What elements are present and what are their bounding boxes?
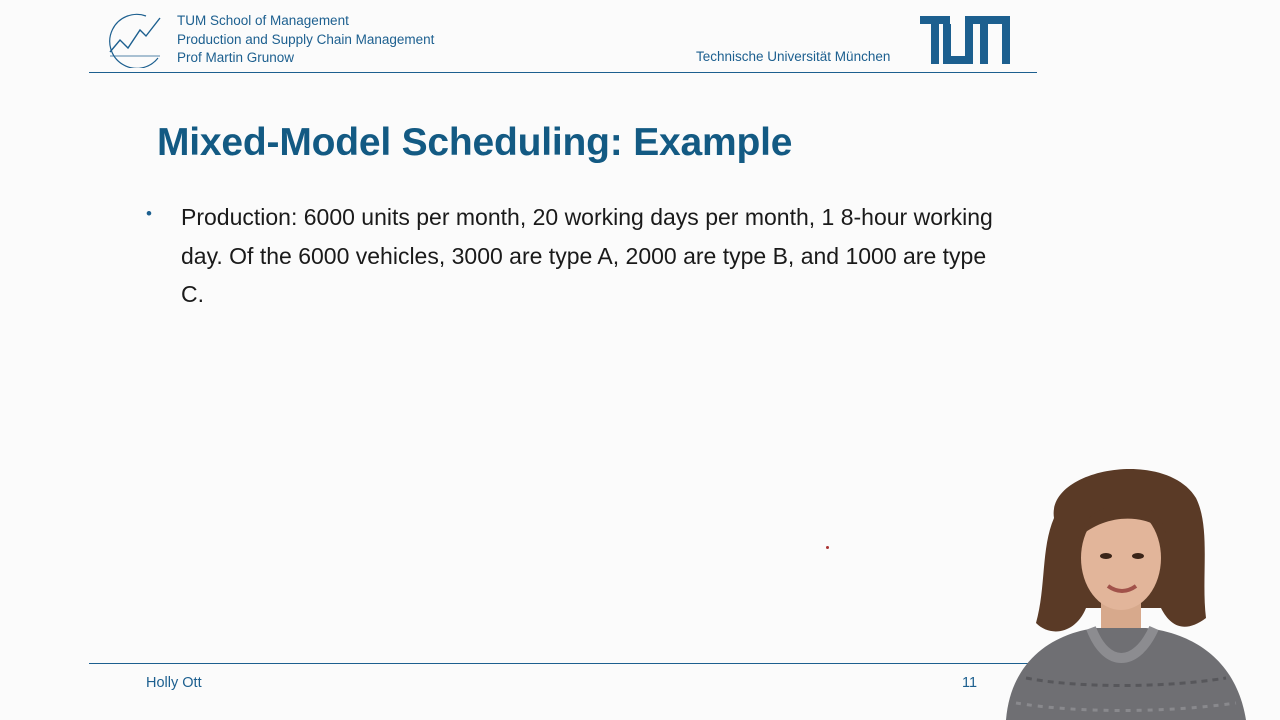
bullet-text: Production: 6000 units per month, 20 wor…	[181, 204, 993, 307]
tum-logo-icon	[920, 16, 1010, 64]
slide: TUM School of Management Production and …	[0, 0, 1280, 720]
bullet-marker: •	[146, 204, 152, 223]
university-name: Technische Universität München	[696, 49, 891, 64]
professor-name: Prof Martin Grunow	[177, 50, 295, 65]
laser-pointer-dot	[826, 546, 829, 549]
school-name: TUM School of Management	[177, 13, 349, 28]
chair-name: Production and Supply Chain Management	[177, 31, 435, 47]
slide-title: Mixed-Model Scheduling: Example	[157, 121, 793, 164]
presenter-video	[1006, 469, 1246, 720]
header-divider	[89, 72, 1037, 73]
chart-line-logo-icon	[109, 13, 161, 68]
footer-author: Holly Ott	[146, 675, 202, 691]
header-affiliation: TUM School of Management Production and …	[177, 12, 434, 68]
page-number: 11	[962, 675, 978, 691]
footer-divider	[89, 663, 1037, 664]
